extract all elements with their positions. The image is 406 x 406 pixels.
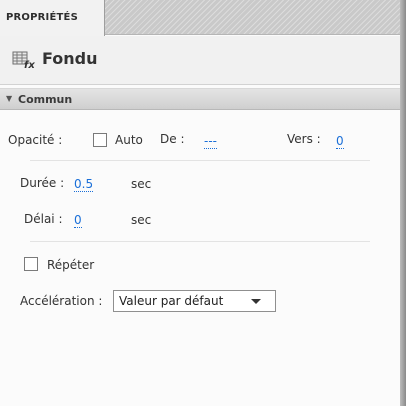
tab-properties-label: PROPRIÉTÉS <box>6 12 78 23</box>
section-label: Commun <box>18 93 73 106</box>
effect-title: Fondu <box>42 49 98 68</box>
auto-checkbox[interactable] <box>93 133 107 147</box>
repeat-label: Répéter <box>47 258 95 272</box>
auto-label: Auto <box>115 133 143 147</box>
divider <box>30 241 370 242</box>
easing-selected-value: Valeur par défaut <box>119 294 224 308</box>
duration-unit: sec <box>131 177 152 191</box>
divider <box>30 160 370 161</box>
disclosure-triangle-icon[interactable]: ▼ <box>6 94 12 103</box>
duration-value[interactable]: 0.5 <box>74 177 94 192</box>
fade-effect-icon: fx <box>12 51 35 69</box>
duration-label: Durée : <box>20 176 65 190</box>
properties-panel: PROPRIÉTÉS fx Fondu ▼ Commun Opacité : A… <box>0 0 406 406</box>
delay-label: Délai : <box>24 212 63 226</box>
tab-strip: PROPRIÉTÉS <box>0 0 406 36</box>
from-label: De : <box>160 132 185 146</box>
repeat-checkbox[interactable] <box>24 257 38 271</box>
to-label: Vers : <box>287 132 321 146</box>
delay-value[interactable]: 0 <box>74 213 82 228</box>
section-header-commun[interactable]: ▼ Commun <box>0 88 400 110</box>
from-value[interactable]: --- <box>204 134 217 149</box>
panel-right-border <box>400 0 406 406</box>
easing-label: Accélération : <box>20 294 103 308</box>
to-value[interactable]: 0 <box>336 134 344 149</box>
easing-select[interactable]: Valeur par défaut <box>113 290 276 312</box>
chevron-down-icon <box>251 299 261 304</box>
opacity-label: Opacité : <box>8 133 63 147</box>
delay-unit: sec <box>131 213 152 227</box>
tab-properties[interactable]: PROPRIÉTÉS <box>0 0 105 36</box>
effect-header: fx Fondu <box>0 36 400 85</box>
svg-text:fx: fx <box>24 60 35 69</box>
